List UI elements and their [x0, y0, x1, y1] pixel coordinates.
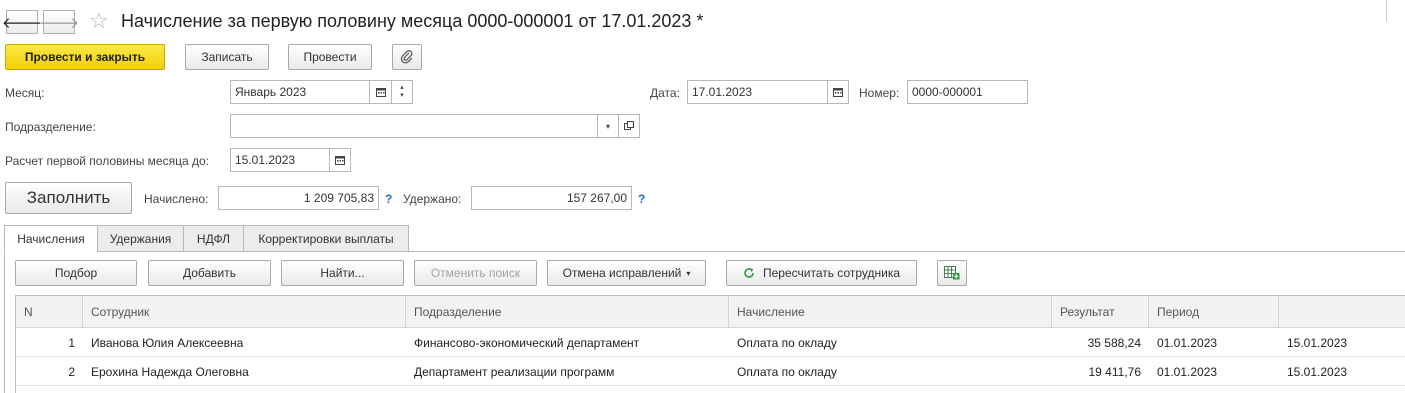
accrual-cell: Оплата по окладу [737, 335, 837, 350]
period-end-cell: 15.01.2023 [1287, 335, 1348, 350]
withheld-field: 157 267,00 [471, 186, 632, 210]
result-cell: 35 588,24 [1087, 335, 1141, 350]
chevron-down-icon: ▾ [686, 268, 691, 278]
arrow-left-icon: 🡐 [1, 14, 43, 32]
table-row[interactable]: 2 Ерохина Надежда Олеговна Департамент р… [16, 357, 1405, 386]
employee-cell: Иванова Юлия Алексеевна [91, 335, 244, 350]
tab-accruals[interactable]: Начисления [4, 225, 98, 252]
select-button[interactable]: Подбор [15, 260, 137, 286]
calendar-icon [375, 88, 386, 97]
department-open-button[interactable] [618, 114, 640, 138]
month-label: Месяц: [5, 86, 45, 100]
cancel-corrections-button[interactable]: Отмена исправлений ▾ [547, 260, 706, 286]
calendar-icon [833, 88, 843, 97]
department-label: Подразделение: [5, 120, 96, 134]
fill-button[interactable]: Заполнить [5, 182, 132, 214]
accrued-help-icon[interactable]: ? [385, 192, 392, 206]
add-button[interactable]: Добавить [148, 260, 271, 286]
recalc-employee-label: Пересчитать сотрудника [762, 266, 901, 280]
accrued-label: Начислено: [144, 192, 209, 206]
table-header: N Сотрудник Подразделение Начисление Рез… [16, 296, 1405, 328]
tab-ndfl[interactable]: НДФЛ [183, 225, 244, 252]
date-calendar-button[interactable] [827, 80, 849, 104]
period-start-cell: 01.01.2023 [1157, 335, 1218, 350]
column-header-employee[interactable]: Сотрудник [83, 296, 406, 328]
back-button[interactable]: 🡐 [2, 10, 42, 34]
department-field[interactable] [230, 114, 598, 138]
tab-deductions[interactable]: Удержания [97, 225, 184, 252]
recalc-employee-button[interactable]: Пересчитать сотрудника [726, 260, 917, 286]
row-number: 2 [68, 364, 75, 379]
column-header-period-end[interactable] [1279, 296, 1405, 328]
cancel-corrections-label: Отмена исправлений [562, 266, 682, 280]
accruals-table: N Сотрудник Подразделение Начисление Рез… [15, 295, 1405, 393]
department-dropdown-button[interactable]: ▾ [597, 114, 619, 138]
spin-up-down-icon: ▴ ▾ [400, 84, 404, 99]
forward-button[interactable]: 🡒 [39, 10, 79, 34]
calendar-icon [335, 156, 345, 165]
cancel-search-button[interactable]: Отменить поиск [414, 260, 537, 286]
arrow-right-icon: 🡒 [38, 14, 80, 32]
table-row[interactable]: 1 Иванова Юлия Алексеевна Финансово-экон… [16, 328, 1405, 357]
period-end-cell: 15.01.2023 [1287, 364, 1348, 379]
star-icon[interactable]: ☆ [89, 9, 109, 33]
find-button[interactable]: Найти... [281, 260, 404, 286]
table-add-icon [944, 266, 960, 280]
withheld-help-icon[interactable]: ? [638, 192, 645, 206]
month-calendar-button[interactable] [369, 80, 392, 104]
post-button[interactable]: Провести [288, 44, 372, 70]
column-header-period[interactable]: Период [1149, 296, 1279, 328]
window-edge [1386, 0, 1387, 22]
post-and-close-button[interactable]: Провести и закрыть [5, 44, 165, 70]
open-form-icon [624, 121, 634, 130]
column-header-department[interactable]: Подразделение [406, 296, 729, 328]
result-cell: 19 411,76 [1088, 364, 1142, 379]
period-start-cell: 01.01.2023 [1157, 364, 1218, 379]
row-number: 1 [68, 335, 75, 350]
department-cell: Финансово-экономический департамент [414, 335, 640, 350]
accrual-cell: Оплата по окладу [737, 364, 837, 379]
column-header-n[interactable]: N [16, 296, 83, 328]
employee-cell: Ерохина Надежда Олеговна [91, 364, 249, 379]
date-label: Дата: [650, 86, 680, 100]
tab-payment-corrections[interactable]: Корректировки выплаты [243, 225, 409, 252]
month-field[interactable]: Январь 2023 [230, 80, 370, 104]
accrued-field: 1 209 705,83 [218, 186, 379, 210]
number-field[interactable]: 0000-000001 [907, 80, 1028, 104]
column-header-result[interactable]: Результат [1052, 296, 1149, 328]
chevron-down-icon: ▾ [605, 121, 610, 131]
attach-button[interactable] [392, 44, 422, 70]
date-field[interactable]: 17.01.2023 [687, 80, 828, 104]
tab-panel-border [4, 251, 5, 393]
refresh-icon [744, 268, 754, 278]
calc-until-field[interactable]: 15.01.2023 [230, 148, 330, 172]
calc-until-label: Расчет первой половины месяца до: [5, 154, 209, 168]
number-label: Номер: [859, 86, 900, 100]
page-title: Начисление за первую половину месяца 000… [121, 11, 704, 31]
column-header-accrual[interactable]: Начисление [729, 296, 1052, 328]
calc-until-calendar-button[interactable] [329, 148, 351, 172]
save-button[interactable]: Записать [185, 44, 269, 70]
department-cell: Департамент реализации программ [414, 364, 615, 379]
table-settings-button[interactable] [937, 260, 967, 286]
paperclip-icon [400, 50, 413, 64]
withheld-label: Удержано: [403, 192, 462, 206]
month-spin-button[interactable]: ▴ ▾ [391, 80, 413, 104]
